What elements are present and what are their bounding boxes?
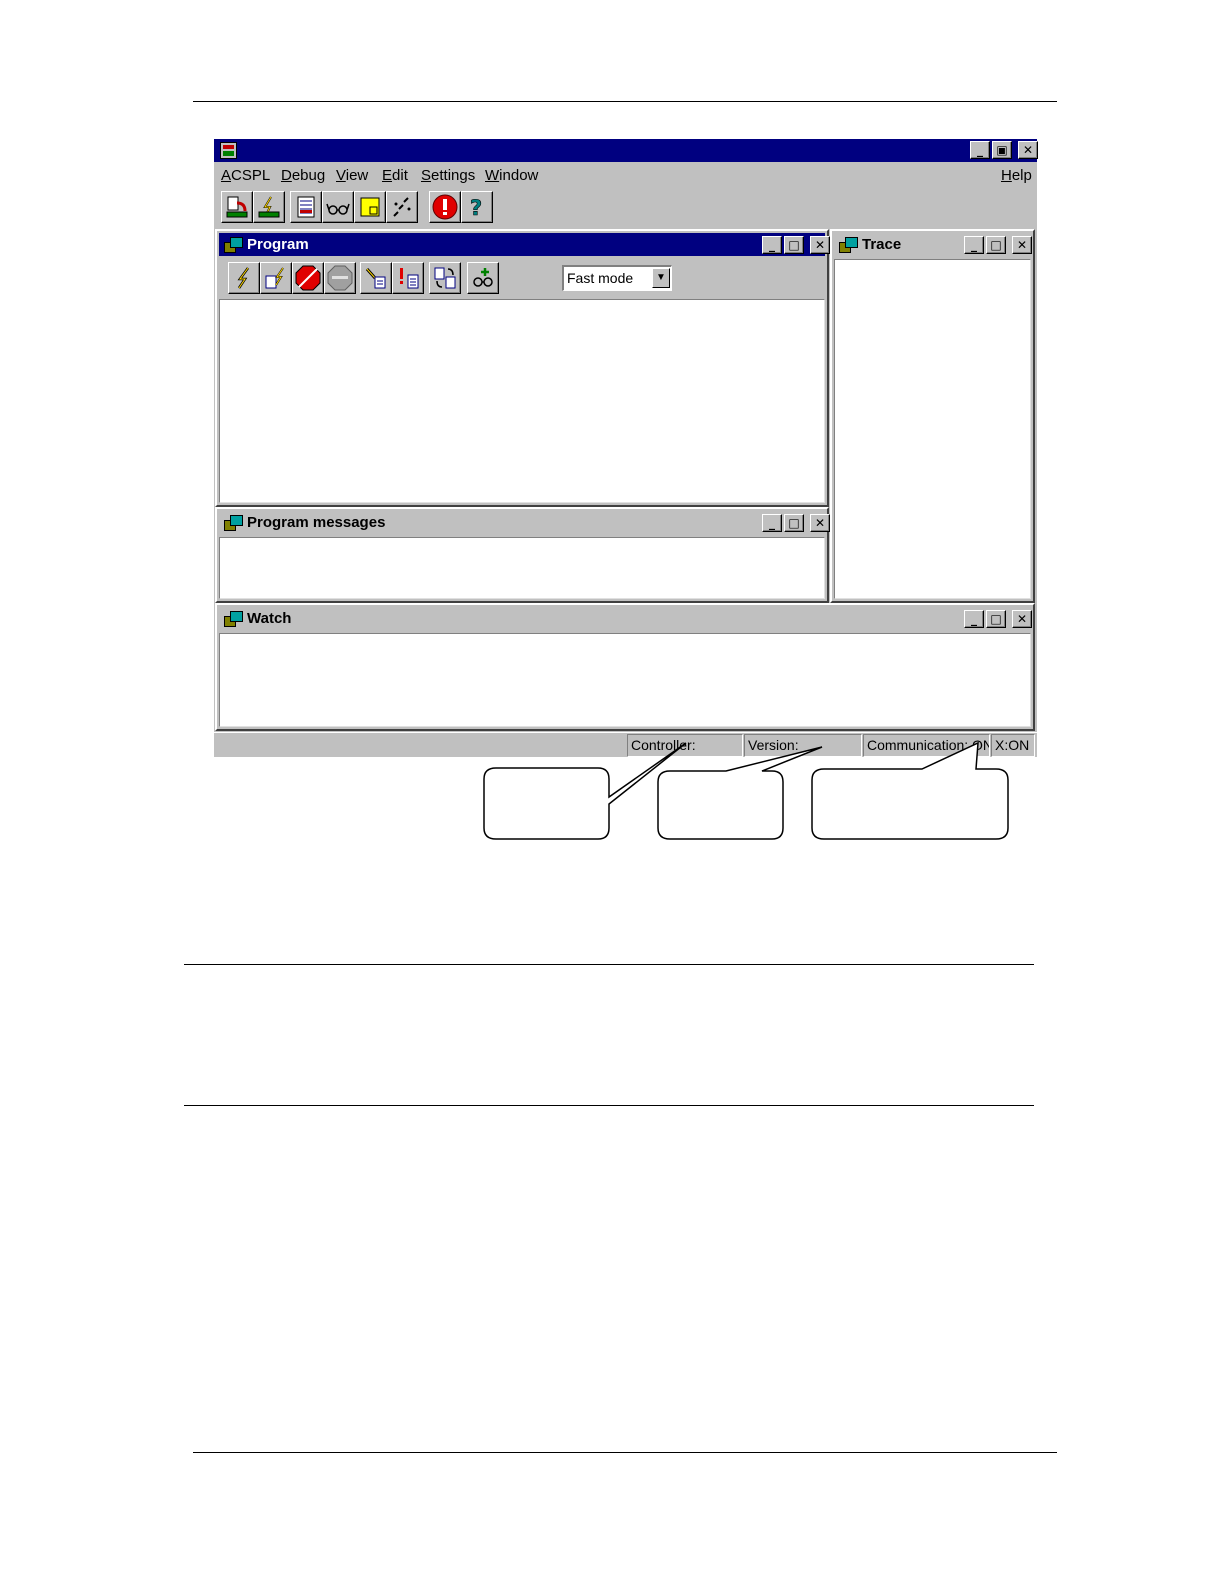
callout-version — [657, 746, 823, 840]
callout-overlay — [483, 741, 1009, 840]
callout-controller — [483, 742, 687, 840]
callout-communication — [811, 741, 1009, 840]
